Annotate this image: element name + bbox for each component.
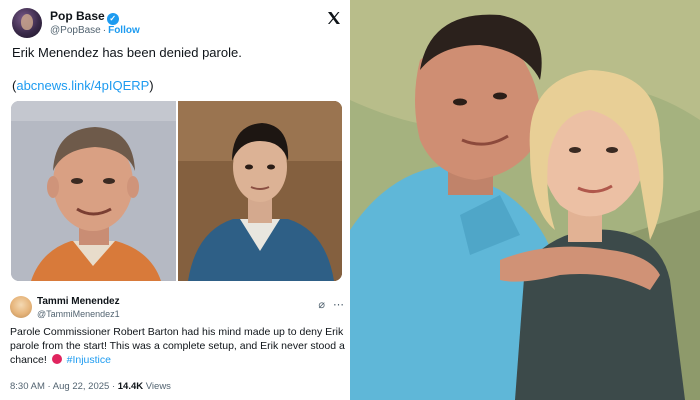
views-count: 14.4K — [117, 381, 144, 392]
reply-text-block: Parole Commissioner Robert Barton had hi… — [10, 325, 346, 367]
article-link[interactable]: abcnews.link/4pIQERP — [16, 78, 149, 93]
reply-account-name[interactable]: Tammi Menendez — [37, 296, 120, 307]
hashtag-link[interactable]: #Injustice — [67, 354, 111, 366]
reply-time[interactable]: 8:30 AM — [10, 381, 45, 392]
couple-photo — [350, 0, 700, 400]
tweet-link-line: (abcnews.link/4pIQERP) — [12, 78, 154, 93]
avatar[interactable] — [12, 8, 42, 38]
mugshot-photo[interactable] — [11, 101, 176, 281]
account-handle[interactable]: @PopBase — [50, 25, 101, 36]
separator-dot: · — [102, 25, 107, 36]
x-logo-icon[interactable] — [326, 10, 342, 26]
tweet-text: Erik Menendez has been denied parole. — [12, 45, 242, 60]
reply-avatar[interactable] — [10, 296, 32, 318]
tweet-header: Pop Base ✓ @PopBase · Follow — [12, 6, 342, 40]
reply-meta: 8:30 AM · Aug 22, 2025 · 14.4K Views — [10, 381, 171, 392]
reply-date[interactable]: Aug 22, 2025 — [53, 381, 110, 392]
views-label: Views — [145, 381, 171, 392]
sad-face-emoji — [51, 354, 62, 364]
verified-badge-icon: ✓ — [106, 13, 119, 25]
link-close-paren: ) — [149, 78, 154, 93]
reply-account-handle[interactable]: @TammiMenendez1 — [37, 309, 120, 319]
more-icon[interactable]: ⋯ — [333, 299, 344, 311]
tweet-panel: Pop Base ✓ @PopBase · Follow Erik Menendez … — [0, 0, 350, 400]
reply-actions: ⌀ ⋯ — [310, 298, 344, 311]
account-name[interactable]: Pop Base — [50, 9, 105, 23]
courtroom-photo[interactable] — [178, 101, 342, 281]
media-grid[interactable] — [11, 101, 342, 281]
follow-button[interactable]: Follow — [108, 25, 140, 36]
grok-icon[interactable]: ⌀ — [318, 299, 325, 311]
